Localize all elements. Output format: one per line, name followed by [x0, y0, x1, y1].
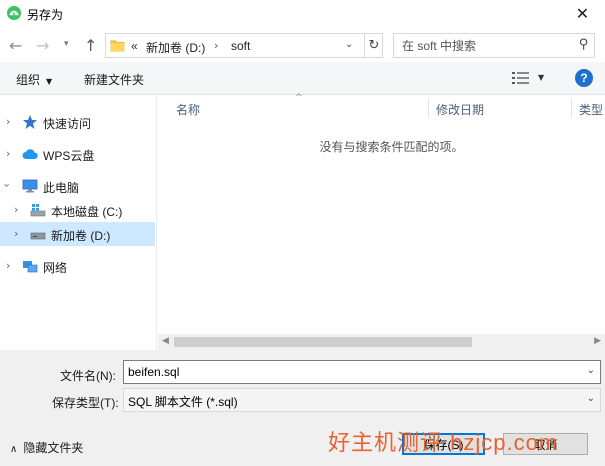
view-options-icon[interactable] — [512, 71, 530, 85]
back-arrow-icon[interactable]: ← — [9, 36, 22, 55]
breadcrumb-separator-icon[interactable]: › — [214, 39, 218, 52]
nav-item-label: 新加卷 (D:) — [51, 229, 111, 243]
hide-folders-label: 隐藏文件夹 — [23, 441, 84, 455]
search-input[interactable] — [394, 34, 572, 57]
up-arrow-icon[interactable]: ↑ — [84, 36, 97, 55]
expand-chevron-icon[interactable]: › — [14, 203, 18, 216]
hide-folders-toggle[interactable]: ∧ 隐藏文件夹 — [10, 439, 83, 456]
filetype-value: SQL 脚本文件 (*.sql) — [128, 395, 238, 409]
help-icon[interactable]: ? — [575, 69, 593, 87]
nav-item-label: 此电脑 — [43, 181, 80, 195]
address-bar-row: ← → ▾ ↑ « 新加卷 (D:) › soft ⌄ ↻ ⚲ — [0, 30, 605, 60]
filetype-label: 保存类型(T): — [52, 396, 119, 410]
expand-chevron-icon[interactable]: › — [6, 147, 10, 160]
nav-item-volume-d[interactable]: › 新加卷 (D:) — [0, 222, 155, 246]
search-icon[interactable]: ⚲ — [579, 37, 589, 52]
column-header-name[interactable]: 名称 — [176, 96, 200, 120]
organize-button[interactable]: 组织 ▼ — [16, 71, 52, 88]
empty-message: 没有与搜索条件匹配的项。 — [319, 140, 464, 154]
toolbar: 组织 ▼ 新建文件夹 ▼ ? — [0, 62, 605, 95]
refresh-icon: ↻ — [368, 38, 380, 53]
filetype-dropdown-icon[interactable]: ⌄ — [587, 393, 595, 404]
organize-label: 组织 — [16, 73, 41, 87]
scroll-right-icon[interactable]: ▶ — [594, 336, 601, 346]
filename-input[interactable] — [124, 361, 579, 383]
column-divider[interactable] — [571, 98, 572, 118]
search-box[interactable]: ⚲ — [393, 33, 595, 58]
nav-item-quick-access[interactable]: › 快速访问 — [0, 110, 155, 134]
column-header-type[interactable]: 类型 — [579, 96, 603, 120]
nav-item-label: 本地磁盘 (C:) — [51, 205, 123, 219]
expand-chevron-icon[interactable]: › — [6, 115, 10, 128]
cloud-icon — [22, 149, 38, 159]
address-dropdown-icon[interactable]: ⌄ — [345, 39, 353, 50]
close-icon: ✕ — [575, 4, 590, 23]
expand-chevron-icon[interactable]: › — [6, 259, 10, 272]
address-box[interactable]: « 新加卷 (D:) › soft ⌄ ↻ — [105, 33, 383, 58]
nav-item-label: WPS云盘 — [43, 149, 95, 163]
recent-locations-chevron-icon[interactable]: ▾ — [64, 39, 69, 49]
sort-ascending-icon: ^ — [295, 93, 303, 103]
filename-field[interactable]: ⌄ — [123, 360, 601, 384]
filename-label: 文件名(N): — [60, 369, 116, 383]
drive-icon — [30, 232, 46, 240]
nav-item-network[interactable]: › 网络 — [0, 254, 155, 278]
chevron-down-icon: ▼ — [46, 77, 53, 86]
column-divider[interactable] — [428, 98, 429, 118]
filename-dropdown-icon[interactable]: ⌄ — [587, 365, 595, 376]
breadcrumb-overflow[interactable]: « — [131, 39, 138, 53]
windows-drive-icon — [30, 204, 46, 217]
nav-item-local-disk-c[interactable]: › 本地磁盘 (C:) — [0, 198, 155, 222]
folder-icon — [110, 40, 125, 52]
navigation-pane: › 快速访问 › WPS云盘 › 此电脑 › 本地磁盘 (C:) › 新加卷 (… — [0, 96, 157, 350]
app-icon — [7, 6, 21, 20]
scroll-left-icon[interactable]: ◀ — [162, 336, 169, 346]
new-folder-button[interactable]: 新建文件夹 — [84, 71, 144, 88]
forward-arrow-icon[interactable]: → — [36, 36, 49, 55]
network-icon — [23, 261, 38, 273]
nav-item-label: 网络 — [43, 261, 68, 275]
collapse-chevron-icon[interactable]: › — [1, 183, 14, 187]
breadcrumb-folder[interactable]: soft — [231, 39, 250, 53]
filetype-select[interactable]: SQL 脚本文件 (*.sql) ⌄ — [123, 388, 601, 412]
horizontal-scrollbar[interactable]: ◀ ▶ — [158, 334, 605, 350]
nav-item-wps-cloud[interactable]: › WPS云盘 — [0, 142, 155, 166]
chevron-up-icon: ∧ — [10, 444, 18, 455]
close-button[interactable]: ✕ — [560, 0, 605, 27]
refresh-button[interactable]: ↻ — [364, 34, 383, 57]
title-bar: 另存为 ✕ — [0, 0, 605, 27]
watermark-text: 好主机测评 hzjcp.com — [328, 430, 559, 455]
expand-chevron-icon[interactable]: › — [14, 227, 18, 240]
column-header-modified[interactable]: 修改日期 — [436, 96, 484, 120]
window-title: 另存为 — [27, 8, 64, 22]
computer-icon — [22, 179, 38, 193]
file-list: ^ 名称 修改日期 类型 没有与搜索条件匹配的项。 ◀ ▶ — [158, 93, 605, 350]
star-pin-icon — [23, 115, 37, 129]
nav-item-this-pc[interactable]: › 此电脑 — [0, 174, 155, 198]
scrollbar-thumb[interactable] — [174, 337, 472, 347]
view-chevron-down-icon[interactable]: ▼ — [538, 73, 544, 82]
breadcrumb-drive[interactable]: 新加卷 (D:) — [146, 39, 205, 56]
nav-item-label: 快速访问 — [43, 117, 92, 131]
